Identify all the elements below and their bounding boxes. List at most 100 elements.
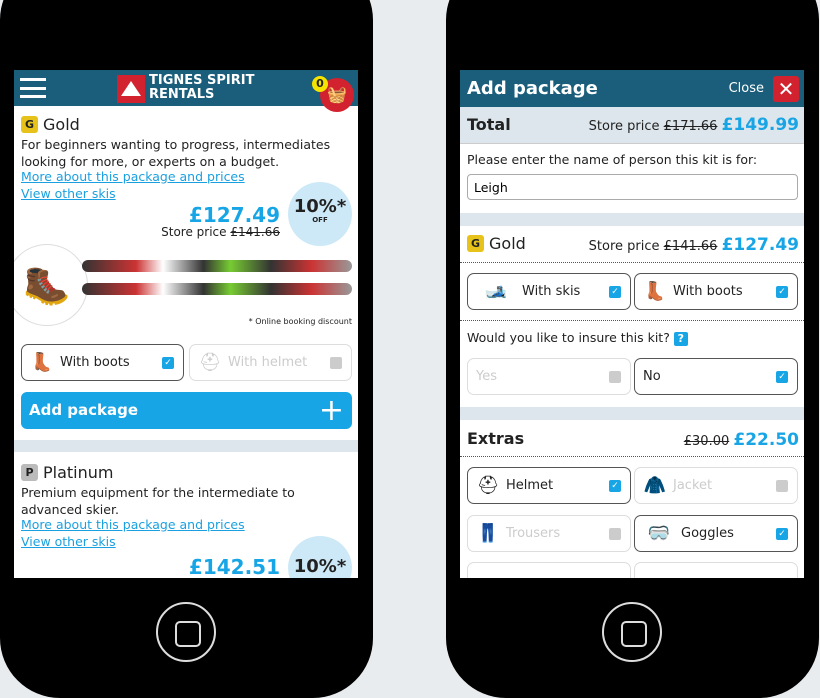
- section-divider: [460, 407, 804, 420]
- discount-sticker: 10%*: [288, 536, 352, 578]
- name-input[interactable]: [467, 174, 798, 200]
- checkbox-checked[interactable]: ✓: [609, 286, 621, 298]
- platinum-title: P Platinum: [21, 463, 113, 482]
- extras-price-value: £22.50: [733, 430, 799, 450]
- menu-icon[interactable]: [20, 78, 46, 98]
- insure-yes[interactable]: Yes: [467, 358, 631, 395]
- name-prompt: Please enter the name of person this kit…: [467, 152, 758, 167]
- checkbox-unchecked[interactable]: [609, 528, 621, 540]
- platinum-price: £142.51: [188, 555, 280, 578]
- platinum-badge: P: [21, 464, 38, 481]
- checkbox-checked[interactable]: ✓: [609, 480, 621, 492]
- checkbox-unchecked[interactable]: [776, 480, 788, 492]
- checkbox-checked[interactable]: ✓: [776, 371, 788, 383]
- discount-value: 10%*: [293, 556, 347, 577]
- store-label: Store price: [161, 225, 227, 239]
- logo-icon[interactable]: [117, 75, 145, 103]
- left-phone: TIGNES SPIRIT RENTALS 🧺 0 G Gold For begin…: [0, 0, 373, 698]
- extra-jacket[interactable]: 🧥 Jacket: [634, 467, 798, 504]
- jacket-icon: 🧥: [643, 474, 667, 496]
- insure-question-text: Would you like to insure this kit?: [467, 330, 670, 345]
- total-label: Total: [467, 115, 511, 134]
- gold-title: G Gold: [467, 234, 526, 253]
- right-screen: Add package Close ✕ Total Store price £1…: [460, 70, 804, 578]
- option-label: With skis: [522, 284, 581, 299]
- option-with-skis[interactable]: 🎿 With skis ✓: [467, 273, 631, 310]
- close-icon[interactable]: ✕: [773, 76, 799, 102]
- platinum-title-text: Platinum: [43, 463, 114, 482]
- brand-line1: TIGNES SPIRIT: [149, 73, 255, 88]
- modal-header: Add package Close ✕: [460, 70, 804, 107]
- boot-image: 🥾: [14, 244, 88, 326]
- platinum-skis-link[interactable]: View other skis: [21, 534, 116, 549]
- store-price-value: £141.66: [230, 225, 280, 239]
- checkbox-checked[interactable]: ✓: [776, 528, 788, 540]
- checkbox-checked[interactable]: ✓: [162, 357, 174, 369]
- gold-skis-link[interactable]: View other skis: [21, 186, 116, 201]
- discount-value: 10%*: [293, 196, 347, 217]
- discount-note: * Online booking discount: [248, 317, 352, 326]
- modal-title: Add package: [467, 78, 598, 99]
- cart-count: 0: [312, 76, 328, 92]
- insure-no[interactable]: No ✓: [634, 358, 798, 395]
- divider: [460, 320, 804, 321]
- extra-option-partial[interactable]: [467, 562, 631, 578]
- option-label: Trousers: [506, 526, 561, 541]
- help-icon[interactable]: ?: [673, 332, 688, 346]
- gold-price: Store price £141.66 £127.49: [589, 235, 799, 255]
- skis-icon: 🎿: [484, 280, 508, 302]
- gold-title: G Gold: [21, 115, 80, 134]
- total-bar: Total Store price £171.66 £149.99: [460, 107, 804, 144]
- home-button[interactable]: [602, 602, 662, 662]
- extra-goggles[interactable]: 🥽 Goggles ✓: [634, 515, 798, 552]
- boot-icon: 👢: [30, 351, 54, 373]
- platinum-description: Premium equipment for the intermediate t…: [21, 485, 295, 517]
- store-price-value: £141.66: [663, 239, 718, 254]
- extras-old-price: £30.00: [683, 434, 730, 449]
- trousers-icon: 👖: [476, 522, 500, 544]
- home-button[interactable]: [156, 602, 216, 662]
- option-label: Helmet: [506, 478, 554, 493]
- brand-line2: RENTALS: [149, 87, 215, 102]
- platinum-more-link[interactable]: More about this package and prices: [21, 517, 245, 532]
- basket-icon: 🧺: [327, 85, 347, 104]
- extras-title: Extras: [467, 429, 525, 448]
- insure-question: Would you like to insure this kit? ?: [467, 330, 688, 346]
- option-label: Yes: [476, 369, 497, 384]
- option-with-helmet[interactable]: ⛑ With helmet: [189, 344, 352, 381]
- checkbox-unchecked[interactable]: [609, 371, 621, 383]
- option-label: Jacket: [673, 478, 713, 493]
- extra-trousers[interactable]: 👖 Trousers: [467, 515, 631, 552]
- plus-icon: +: [318, 393, 344, 428]
- right-phone: Add package Close ✕ Total Store price £1…: [446, 0, 819, 698]
- option-label: With helmet: [228, 355, 308, 370]
- section-divider: [460, 213, 804, 226]
- option-label: No: [643, 369, 661, 384]
- boot-icon: 👢: [643, 280, 667, 302]
- gold-price: £127.49: [188, 203, 280, 227]
- discount-sticker: 10%* OFF: [288, 182, 352, 246]
- gold-badge: G: [467, 235, 484, 252]
- option-label: With boots: [60, 355, 130, 370]
- goggles-icon: 🥽: [647, 522, 671, 544]
- add-package-button[interactable]: Add package +: [21, 392, 352, 429]
- gold-store-price: Store price £141.66: [161, 225, 280, 239]
- divider: [460, 456, 804, 457]
- brand-name[interactable]: TIGNES SPIRIT RENTALS: [149, 74, 254, 102]
- extra-option-partial[interactable]: [634, 562, 798, 578]
- extra-helmet[interactable]: ⛑ Helmet ✓: [467, 467, 631, 504]
- gold-title-text: Gold: [489, 234, 526, 253]
- option-with-boots[interactable]: 👢 With boots ✓: [21, 344, 184, 381]
- option-with-boots[interactable]: 👢 With boots ✓: [634, 273, 798, 310]
- close-label[interactable]: Close: [729, 81, 764, 96]
- checkbox-checked[interactable]: ✓: [776, 286, 788, 298]
- checkbox-unchecked[interactable]: [330, 357, 342, 369]
- total-price: Store price £171.66 £149.99: [589, 115, 799, 135]
- gold-badge: G: [21, 116, 38, 133]
- store-label: Store price: [588, 119, 660, 134]
- gold-more-link[interactable]: More about this package and prices: [21, 169, 245, 184]
- section-divider: [14, 440, 358, 452]
- site-header: TIGNES SPIRIT RENTALS 🧺 0: [14, 70, 358, 112]
- option-label: Goggles: [681, 526, 734, 541]
- gold-title-text: Gold: [43, 115, 80, 134]
